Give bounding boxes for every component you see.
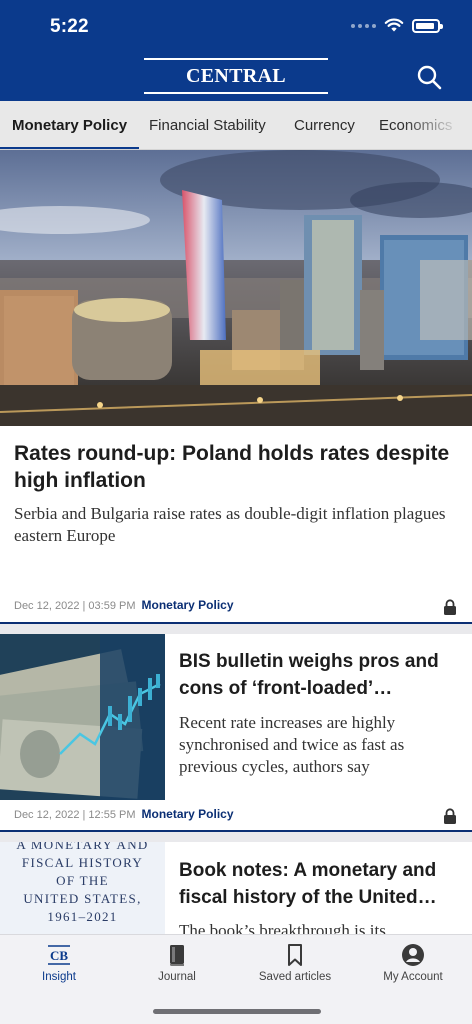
- nav-saved-articles[interactable]: Saved articles: [236, 935, 354, 1001]
- warsaw-skyline-image: [0, 150, 472, 426]
- banknotes-chart-image: [0, 634, 165, 800]
- nav-label: Journal: [158, 971, 196, 983]
- cb-logo-icon: CB: [48, 945, 70, 965]
- tab-financial-stability[interactable]: Financial Stability: [149, 101, 266, 149]
- feature-article-subtitle: Serbia and Bulgaria raise rates as doubl…: [14, 504, 446, 545]
- search-icon[interactable]: [414, 62, 444, 92]
- nav-journal[interactable]: Journal: [118, 935, 236, 1001]
- article-separator: [0, 624, 472, 634]
- nav-insight[interactable]: CB Insight: [0, 935, 118, 1001]
- app-header: 5:22 CENTRAL BANKING: [0, 0, 472, 119]
- status-time: 5:22: [50, 16, 89, 37]
- battery-icon: [412, 18, 443, 33]
- feature-article-title[interactable]: Rates round-up: Poland holds rates despi…: [14, 440, 462, 494]
- article-subtitle: The book’s breakthrough is its: [179, 921, 386, 934]
- wifi-icon: [384, 18, 404, 32]
- bookmark-icon: [288, 944, 302, 966]
- nav-label: Saved articles: [258, 971, 332, 983]
- article-date: Dec 12, 2022 | 03:59 PM: [14, 600, 136, 612]
- tab-currency[interactable]: Currency: [294, 101, 355, 149]
- article-category[interactable]: Monetary Policy: [142, 598, 234, 612]
- book-cover-line: OF THE: [56, 873, 109, 888]
- article-title[interactable]: BIS bulletin weighs pros and cons of ‘fr…: [179, 648, 464, 702]
- lock-icon: [444, 808, 456, 824]
- book-cover-line: 1961–2021: [47, 909, 118, 924]
- article-subtitle: Recent rate increases are highly synchro…: [179, 713, 405, 776]
- app-screen: 5:22 CENTRAL BANKING Monetary Policy Fin…: [0, 0, 472, 1024]
- article-thumbnail[interactable]: [0, 634, 165, 800]
- article-category[interactable]: Monetary Policy: [142, 807, 234, 821]
- article-date: Dec 12, 2022 | 12:55 PM: [14, 809, 136, 821]
- lock-icon: [444, 599, 456, 615]
- category-tabs: Monetary Policy Financial Stability Curr…: [0, 101, 472, 150]
- book-cover-line: A MONETARY AND: [16, 842, 149, 852]
- tab-monetary-policy[interactable]: Monetary Policy: [0, 101, 140, 149]
- article-meta: Dec 12, 2022 | 12:55 PM Monetary Policy: [14, 807, 234, 821]
- book-cover-line: FISCAL HISTORY: [21, 855, 144, 870]
- book-cover-line: UNITED STATES,: [23, 891, 142, 906]
- article-title[interactable]: Book notes: A monetary and fiscal histor…: [179, 857, 464, 911]
- nav-label: Insight: [42, 971, 76, 983]
- svg-text:CB: CB: [50, 948, 68, 963]
- signal-dots-icon: [351, 23, 376, 28]
- home-indicator[interactable]: [153, 1009, 321, 1014]
- nav-label: My Account: [383, 971, 443, 983]
- feature-article-image[interactable]: [0, 150, 472, 426]
- status-icons: [351, 18, 443, 33]
- account-icon: [402, 944, 424, 966]
- feature-article-meta: Dec 12, 2022 | 03:59 PM Monetary Policy: [14, 598, 234, 612]
- book-cover-thumbnail[interactable]: A MONETARY AND FISCAL HISTORY OF THE UNI…: [0, 842, 165, 934]
- journal-icon: [170, 945, 184, 966]
- nav-my-account[interactable]: My Account: [354, 935, 472, 1001]
- tab-economics[interactable]: Economics: [379, 101, 452, 149]
- central-banking-logo: CENTRAL BANKING: [144, 58, 328, 119]
- article-separator: [0, 832, 472, 842]
